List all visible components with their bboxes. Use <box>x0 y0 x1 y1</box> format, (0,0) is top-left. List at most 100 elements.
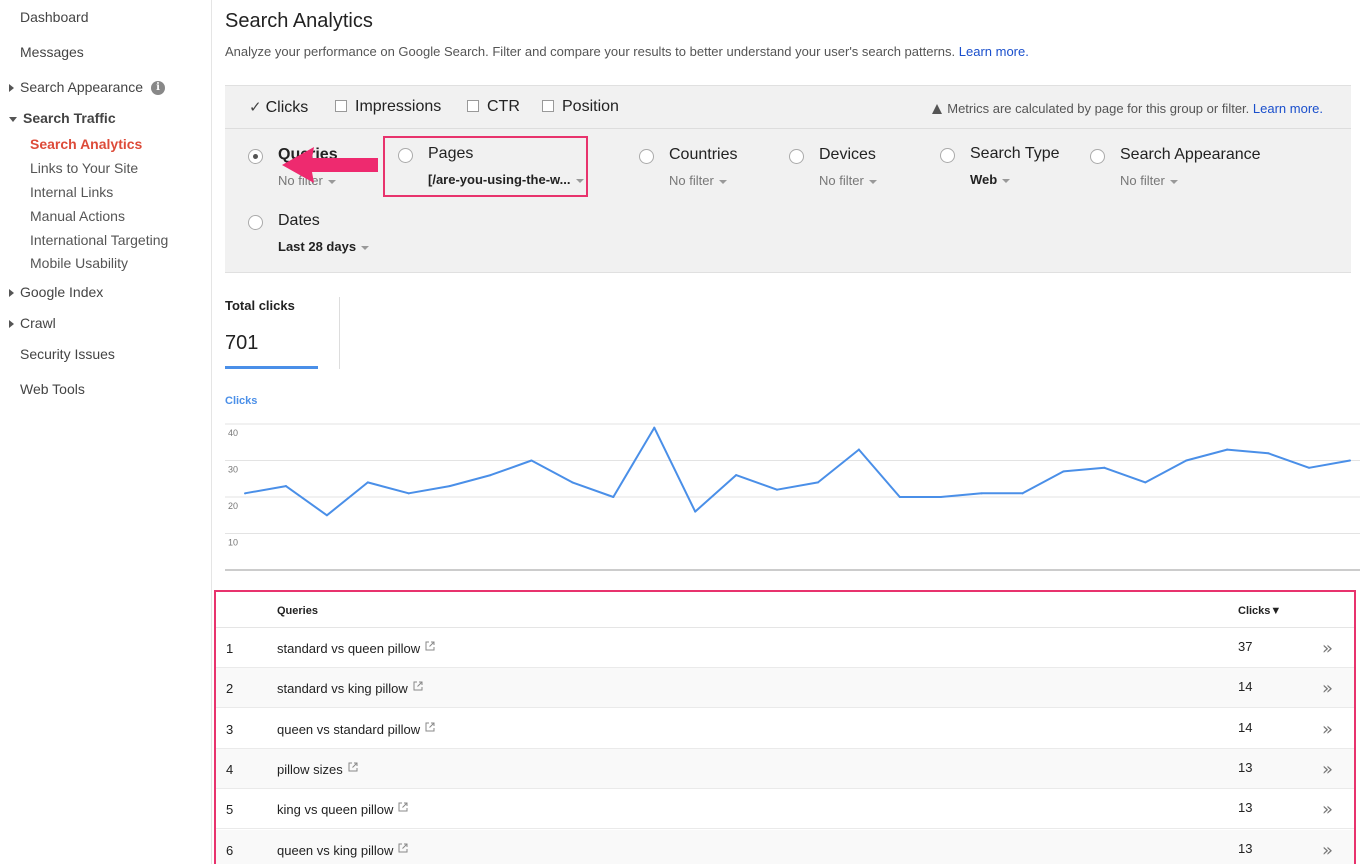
data-point[interactable] <box>980 492 983 495</box>
data-point[interactable] <box>898 496 901 498</box>
ctr-toggle[interactable]: CTR <box>467 98 520 116</box>
nav-search-traffic[interactable]: Search Traffic <box>9 110 116 126</box>
devices-radio[interactable] <box>789 149 804 164</box>
subnav-international-targeting[interactable]: International Targeting <box>30 232 168 248</box>
subnav-manual-actions[interactable]: Manual Actions <box>30 208 125 224</box>
y-tick-label: 40 <box>228 428 238 438</box>
impressions-checkbox[interactable] <box>335 100 347 112</box>
countries-filter-dropdown[interactable]: No filter <box>669 173 727 188</box>
external-link-icon[interactable] <box>348 762 358 772</box>
external-link-icon[interactable] <box>425 722 435 732</box>
row-query[interactable]: standard vs queen pillow <box>277 641 435 656</box>
data-point[interactable] <box>1021 492 1024 495</box>
external-link-icon[interactable] <box>398 802 408 812</box>
data-point[interactable] <box>1144 481 1147 484</box>
data-point[interactable] <box>1062 470 1065 473</box>
row-query[interactable]: king vs queen pillow <box>277 802 408 817</box>
nav-security-issues[interactable]: Security Issues <box>20 346 115 362</box>
row-details-chevron-icon[interactable]: » <box>1322 638 1333 659</box>
total-clicks-card[interactable]: Total clicks 701 <box>225 297 340 369</box>
data-point[interactable] <box>816 481 819 484</box>
row-query-text[interactable]: queen vs king pillow <box>277 843 393 858</box>
nav-crawl[interactable]: Crawl <box>9 315 56 331</box>
row-details-chevron-icon[interactable]: » <box>1322 799 1333 820</box>
row-query-text[interactable]: queen vs standard pillow <box>277 722 420 737</box>
row-query[interactable]: queen vs standard pillow <box>277 722 435 737</box>
row-query[interactable]: queen vs king pillow <box>277 843 408 858</box>
column-header-clicks[interactable]: Clicks▼ <box>1238 605 1281 617</box>
position-toggle[interactable]: Position <box>542 98 619 116</box>
data-point[interactable] <box>1308 466 1311 469</box>
search-type-radio[interactable] <box>940 148 955 163</box>
data-point[interactable] <box>284 485 287 488</box>
data-point[interactable] <box>857 448 860 451</box>
data-point[interactable] <box>694 510 697 513</box>
subnav-links-to-your-site[interactable]: Links to Your Site <box>30 160 138 176</box>
info-icon[interactable]: i <box>150 81 165 96</box>
data-point[interactable] <box>653 426 656 429</box>
row-query-text[interactable]: standard vs queen pillow <box>277 641 420 656</box>
total-clicks-label: Total clicks <box>225 298 295 313</box>
data-point[interactable] <box>776 488 779 491</box>
subnav-internal-links[interactable]: Internal Links <box>30 184 113 200</box>
countries-filter-value: No filter <box>669 173 714 188</box>
search-appearance-filter-dropdown[interactable]: No filter <box>1120 173 1178 188</box>
dates-filter-dropdown[interactable]: Last 28 days <box>278 239 370 254</box>
search-appearance-radio[interactable] <box>1090 149 1105 164</box>
data-point[interactable] <box>1185 459 1188 462</box>
clicks-toggle[interactable]: ✓ Clicks <box>249 98 308 117</box>
row-query-text[interactable]: pillow sizes <box>277 762 343 777</box>
row-details-chevron-icon[interactable]: » <box>1322 759 1333 780</box>
data-point[interactable] <box>939 496 942 498</box>
caret-down-icon <box>361 245 370 250</box>
data-point[interactable] <box>489 474 492 477</box>
row-query[interactable]: standard vs king pillow <box>277 681 423 696</box>
subnav-mobile-usability[interactable]: Mobile Usability <box>30 255 128 271</box>
row-details-chevron-icon[interactable]: » <box>1322 678 1333 699</box>
data-point[interactable] <box>530 459 533 462</box>
dates-radio[interactable] <box>248 215 263 230</box>
countries-radio[interactable] <box>639 149 654 164</box>
row-details-chevron-icon[interactable]: » <box>1322 840 1333 861</box>
external-link-icon[interactable] <box>413 681 423 691</box>
table-row[interactable]: 2 standard vs king pillow 14 » <box>216 668 1354 709</box>
nav-google-index[interactable]: Google Index <box>9 284 103 300</box>
data-point[interactable] <box>735 474 738 477</box>
table-row[interactable]: 1 standard vs queen pillow 37 » <box>216 628 1354 668</box>
devices-filter-dropdown[interactable]: No filter <box>819 173 877 188</box>
metrics-learn-more-link[interactable]: Learn more. <box>1253 101 1323 116</box>
table-row[interactable]: 5 king vs queen pillow 13 » <box>216 789 1354 830</box>
nav-search-appearance[interactable]: Search Appearance i <box>9 79 165 96</box>
table-row[interactable]: 3 queen vs standard pillow 14 » <box>216 709 1354 749</box>
data-point[interactable] <box>325 514 328 517</box>
data-point[interactable] <box>612 496 615 498</box>
subnav-search-analytics[interactable]: Search Analytics <box>30 136 142 152</box>
column-header-queries[interactable]: Queries <box>277 605 318 617</box>
data-point[interactable] <box>448 485 451 488</box>
position-checkbox[interactable] <box>542 100 554 112</box>
external-link-icon[interactable] <box>398 843 408 853</box>
data-point[interactable] <box>1267 452 1270 455</box>
external-link-icon[interactable] <box>425 641 435 651</box>
row-query[interactable]: pillow sizes <box>277 762 358 777</box>
table-row[interactable]: 4 pillow sizes 13 » <box>216 748 1354 789</box>
data-point[interactable] <box>1226 448 1229 451</box>
queries-radio[interactable] <box>248 149 263 164</box>
learn-more-link[interactable]: Learn more. <box>959 44 1029 59</box>
data-point[interactable] <box>244 492 246 495</box>
data-point[interactable] <box>1103 466 1106 469</box>
data-point[interactable] <box>571 481 574 484</box>
ctr-checkbox[interactable] <box>467 100 479 112</box>
nav-web-tools[interactable]: Web Tools <box>20 381 85 397</box>
table-row[interactable]: 6 queen vs king pillow 13 » <box>216 829 1354 864</box>
nav-messages[interactable]: Messages <box>20 44 84 60</box>
search-type-filter-dropdown[interactable]: Web <box>970 172 1011 187</box>
row-details-chevron-icon[interactable]: » <box>1322 719 1333 740</box>
data-point[interactable] <box>366 481 369 484</box>
nav-dashboard[interactable]: Dashboard <box>20 9 89 25</box>
data-point[interactable] <box>407 492 410 495</box>
data-point[interactable] <box>1349 459 1351 462</box>
row-query-text[interactable]: standard vs king pillow <box>277 681 408 696</box>
impressions-toggle[interactable]: Impressions <box>335 98 441 116</box>
row-query-text[interactable]: king vs queen pillow <box>277 802 393 817</box>
